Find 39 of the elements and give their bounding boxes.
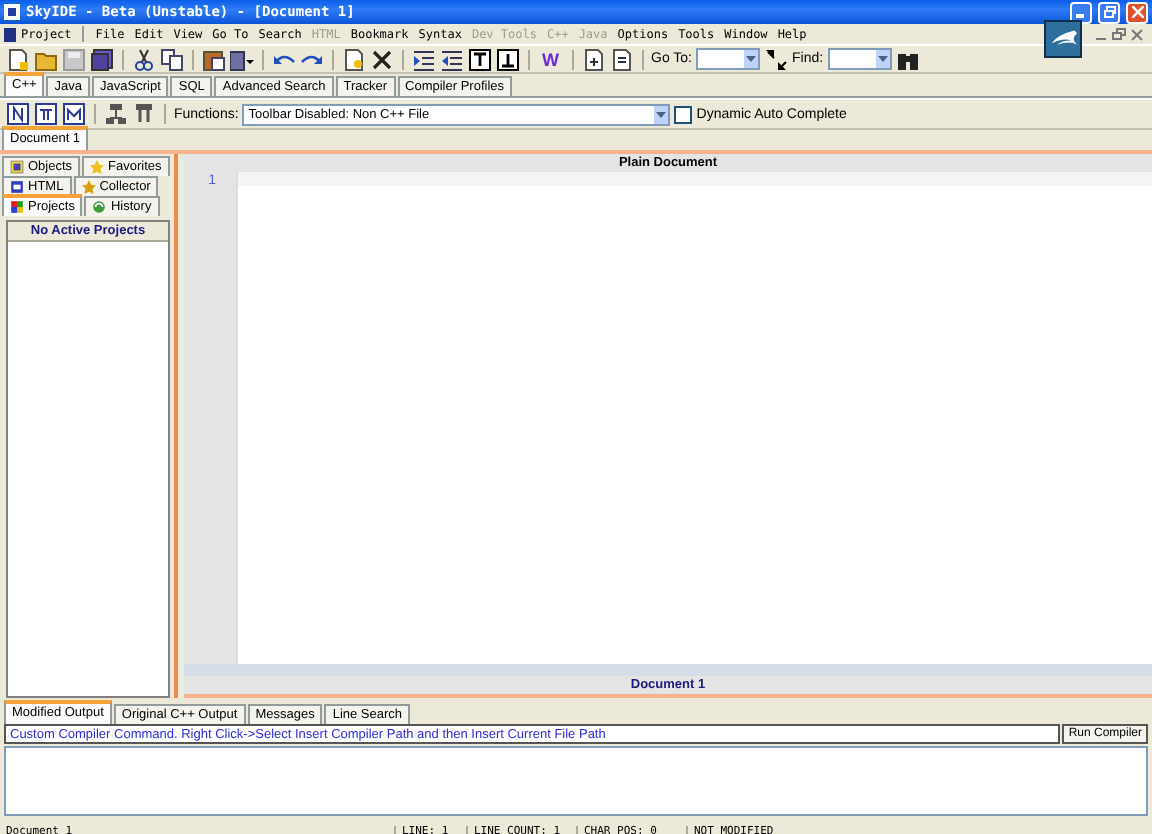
delete-icon[interactable] xyxy=(370,47,394,71)
text-top-icon[interactable] xyxy=(468,47,492,71)
page-icon[interactable] xyxy=(609,47,633,71)
window-icon xyxy=(10,180,24,194)
outdent-icon[interactable] xyxy=(440,47,464,71)
globe-icon xyxy=(92,200,107,214)
close-icon[interactable] xyxy=(1130,27,1146,41)
minimize-button[interactable] xyxy=(1070,1,1092,23)
save-all-icon[interactable] xyxy=(90,47,114,71)
text-bottom-icon[interactable] xyxy=(496,47,520,71)
colored-squares-icon xyxy=(10,200,24,214)
caret-icon xyxy=(746,56,756,62)
word-button[interactable]: W xyxy=(538,49,563,69)
document-icon xyxy=(4,27,16,41)
find-in-file-icon[interactable] xyxy=(342,47,366,71)
new-file-icon[interactable] xyxy=(6,47,30,71)
close-icon xyxy=(1131,6,1143,18)
add-page-icon[interactable] xyxy=(581,47,605,71)
copy-icon[interactable] xyxy=(160,47,184,71)
n-box-icon[interactable] xyxy=(6,102,30,126)
scissors-icon[interactable] xyxy=(132,47,156,71)
m-box-icon[interactable] xyxy=(62,102,86,126)
caret-icon xyxy=(656,111,667,117)
objects-icon xyxy=(10,160,24,174)
close-button[interactable] xyxy=(1126,1,1148,23)
restore-button[interactable] xyxy=(1098,1,1120,23)
app-icon xyxy=(4,4,20,20)
paste-icon[interactable] xyxy=(202,47,226,71)
scrollbar[interactable] xyxy=(184,664,1152,676)
star-icon xyxy=(90,160,105,174)
indent-icon[interactable] xyxy=(412,47,436,71)
checkbox[interactable] xyxy=(674,105,693,123)
paste-dropdown-icon[interactable] xyxy=(230,47,254,71)
open-folder-icon[interactable] xyxy=(34,47,58,71)
caret-icon xyxy=(877,56,888,62)
star-icon xyxy=(81,180,96,194)
pi-box-icon[interactable] xyxy=(34,102,58,126)
tree-icon[interactable] xyxy=(104,102,128,126)
swap-arrows-icon[interactable] xyxy=(764,47,788,71)
